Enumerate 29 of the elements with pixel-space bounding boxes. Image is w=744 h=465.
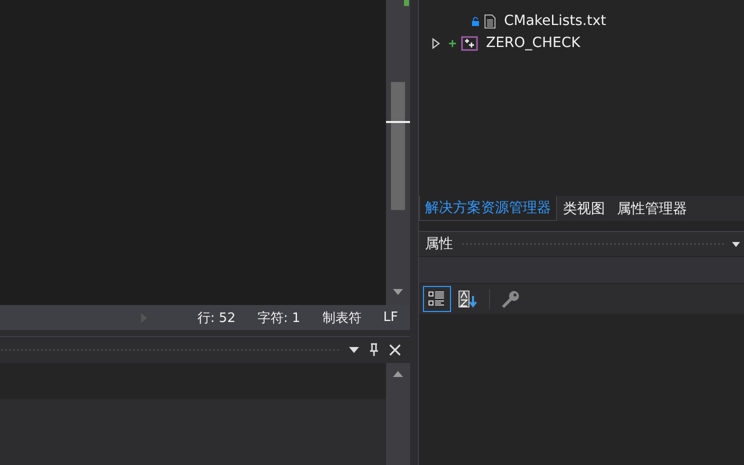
categorized-button[interactable]	[423, 286, 451, 312]
tab[interactable]: 属性管理器	[611, 196, 693, 221]
tab[interactable]: 解决方案资源管理器	[419, 196, 557, 221]
document-icon	[484, 14, 496, 28]
dropdown-icon[interactable]	[349, 347, 359, 353]
scroll-down-icon[interactable]	[393, 289, 403, 295]
dropdown-icon[interactable]	[732, 242, 740, 246]
tab[interactable]: 类视图	[557, 196, 611, 221]
status-text: LF	[383, 310, 398, 325]
scroll-thumb[interactable]	[391, 82, 405, 210]
tree-item[interactable]: ZERO_CHECK	[486, 35, 580, 51]
lock-icon	[472, 16, 479, 26]
vertical-scrollbar[interactable]	[386, 363, 410, 465]
categorized-list-icon	[428, 290, 446, 308]
status-text: 制表符	[322, 310, 362, 326]
sort-az-icon	[458, 290, 478, 308]
plus-icon	[449, 40, 456, 46]
status-text: 行: 52	[197, 310, 236, 326]
close-icon[interactable]	[389, 344, 401, 356]
pin-icon[interactable]	[369, 343, 379, 357]
panel-title: 属性	[425, 235, 453, 253]
object-selector-field[interactable]	[419, 257, 744, 283]
scroll-up-icon[interactable]	[393, 371, 403, 377]
expand-icon[interactable]	[432, 38, 440, 48]
vertical-scrollbar[interactable]	[386, 0, 410, 305]
project-icon	[461, 36, 478, 50]
status-text: 字符: 1	[257, 310, 300, 326]
change-marker	[404, 0, 409, 6]
tree-item[interactable]: CMakeLists.txt	[504, 13, 606, 29]
